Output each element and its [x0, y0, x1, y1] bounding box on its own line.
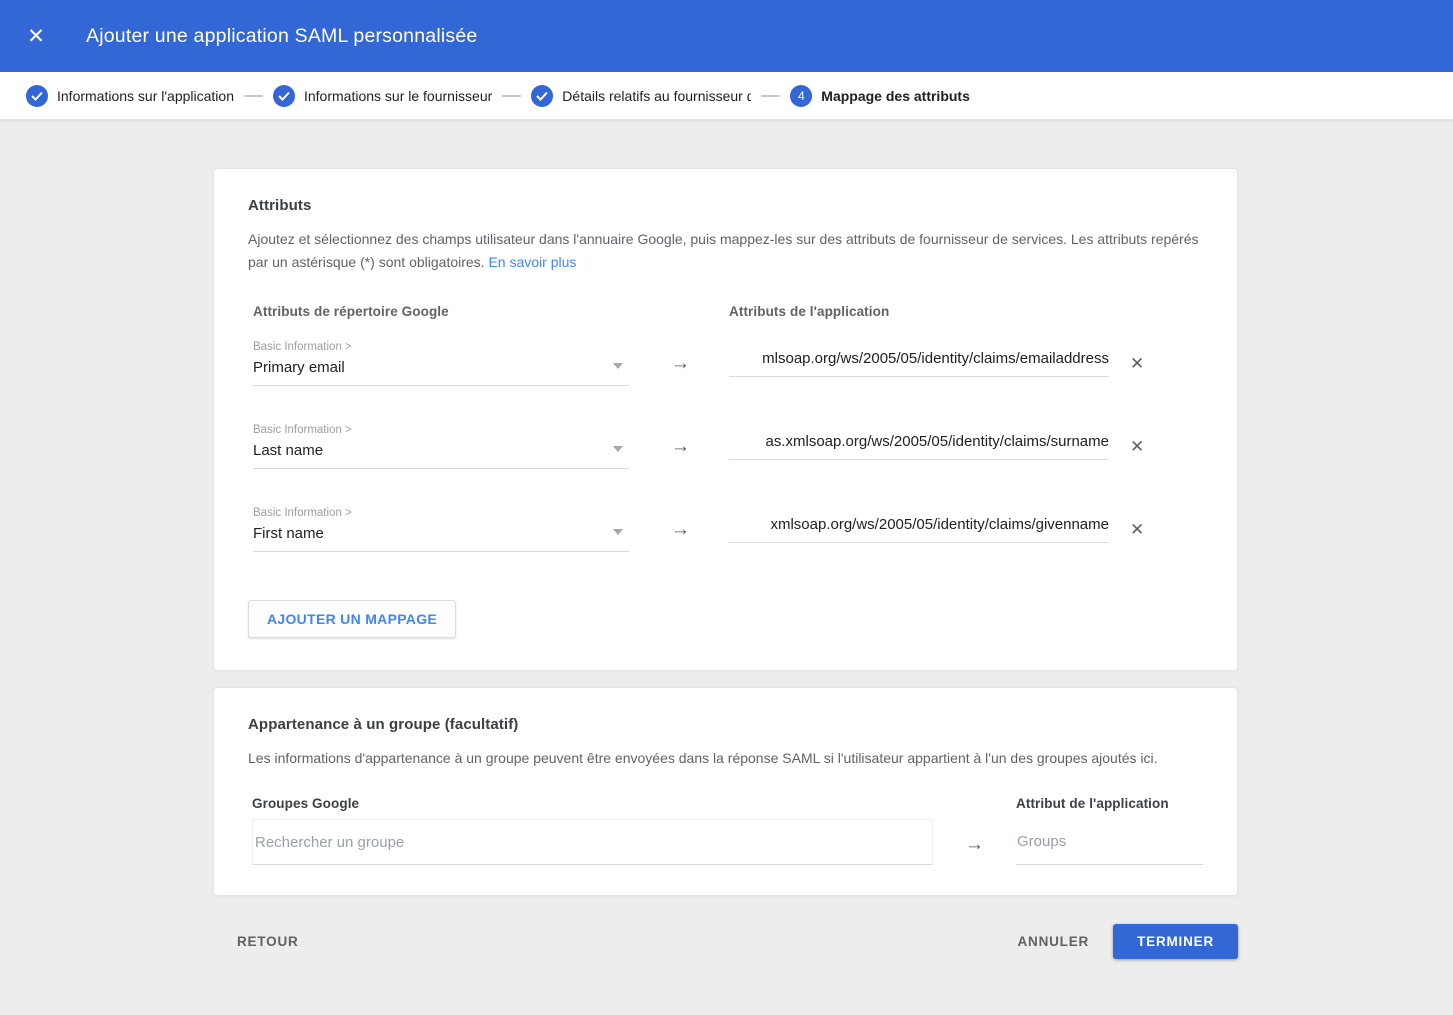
attribute-category-label: Basic Information >	[253, 341, 629, 353]
app-attribute-value: as.xmlsoap.org/ws/2005/05/identity/claim…	[766, 433, 1110, 450]
step-connector	[244, 95, 263, 97]
google-groups-label: Groupes Google	[252, 796, 933, 811]
back-button[interactable]: RETOUR	[233, 926, 303, 957]
dialog-header: ✕ Ajouter une application SAML personnal…	[0, 0, 1453, 72]
google-attribute-value: Last name	[253, 442, 629, 459]
step-label: Informations sur l'application	[57, 88, 234, 104]
description-text: Ajoutez et sélectionnez des champs utili…	[248, 231, 1199, 270]
learn-more-link[interactable]: En savoir plus	[488, 254, 576, 270]
step-completed-check-icon	[26, 85, 48, 107]
app-attributes-column-header: Attributs de l'application	[729, 304, 889, 319]
attribute-category-label: Basic Information >	[253, 507, 629, 519]
app-attribute-value: mlsoap.org/ws/2005/05/identity/claims/em…	[762, 350, 1109, 367]
mapping-arrow-icon: →	[671, 436, 690, 458]
cancel-button[interactable]: ANNULER	[1013, 926, 1093, 957]
dropdown-arrow-icon	[613, 363, 623, 369]
finish-button[interactable]: TERMINER	[1113, 924, 1238, 959]
add-mapping-button[interactable]: AJOUTER UN MAPPAGE	[248, 600, 456, 638]
group-membership-card: Appartenance à un groupe (facultatif) Le…	[213, 687, 1238, 896]
google-attributes-column-header: Attributs de répertoire Google	[253, 304, 729, 319]
step-completed-check-icon	[531, 85, 553, 107]
delete-mapping-icon[interactable]: ✕	[1130, 521, 1144, 538]
google-attribute-select[interactable]: Basic Information > First name	[253, 507, 629, 552]
close-icon[interactable]: ✕	[24, 26, 48, 47]
dialog-title: Ajouter une application SAML personnalis…	[86, 25, 477, 48]
step-idp-info[interactable]: Informations sur le fournisseur	[273, 85, 492, 107]
google-attribute-value: First name	[253, 525, 629, 542]
step-label: Mappage des attributs	[821, 88, 970, 104]
delete-mapping-icon[interactable]: ✕	[1130, 355, 1144, 372]
step-label: Détails relatifs au fournisseur d	[562, 88, 751, 104]
dropdown-arrow-icon	[613, 446, 623, 452]
wizard-stepper: Informations sur l'application Informati…	[0, 72, 1453, 120]
mapping-arrow-icon: →	[671, 353, 690, 375]
step-number-badge: 4	[790, 85, 812, 107]
attribute-mapping-row: Basic Information > First name → xmlsoap…	[253, 507, 1203, 552]
attribute-category-label: Basic Information >	[253, 424, 629, 436]
app-attribute-input[interactable]: xmlsoap.org/ws/2005/05/identity/claims/g…	[729, 516, 1109, 543]
attributes-card-description: Ajoutez et sélectionnez des champs utili…	[248, 228, 1200, 274]
step-connector	[761, 95, 780, 97]
app-attribute-label: Attribut de l'application	[1016, 796, 1203, 811]
google-attribute-select[interactable]: Basic Information > Last name	[253, 424, 629, 469]
delete-mapping-icon[interactable]: ✕	[1130, 438, 1144, 455]
step-connector	[502, 95, 521, 97]
groups-attribute-input[interactable]	[1016, 825, 1203, 865]
mapping-arrow-icon: →	[671, 519, 690, 541]
app-attribute-value: xmlsoap.org/ws/2005/05/identity/claims/g…	[770, 516, 1109, 533]
wizard-footer: RETOUR ANNULER TERMINER	[0, 924, 1453, 959]
group-card-title: Appartenance à un groupe (facultatif)	[248, 716, 1203, 733]
attribute-mapping-row: Basic Information > Last name → as.xmlso…	[253, 424, 1203, 469]
step-app-info[interactable]: Informations sur l'application	[26, 85, 234, 107]
group-mapping-row: Groupes Google → Attribut de l'applicati…	[252, 796, 1203, 865]
step-completed-check-icon	[273, 85, 295, 107]
google-attribute-value: Primary email	[253, 359, 629, 376]
attribute-mapping-row: Basic Information > Primary email → mlso…	[253, 341, 1203, 386]
step-sp-details[interactable]: Détails relatifs au fournisseur d	[531, 85, 751, 107]
group-card-description: Les informations d'appartenance à un gro…	[248, 747, 1200, 770]
mapping-column-headers: Attributs de répertoire Google Attributs…	[253, 304, 1203, 319]
group-search-input[interactable]	[252, 819, 933, 865]
app-attribute-input[interactable]: mlsoap.org/ws/2005/05/identity/claims/em…	[729, 350, 1109, 377]
dropdown-arrow-icon	[613, 529, 623, 535]
attributes-card: Attributs Ajoutez et sélectionnez des ch…	[213, 168, 1238, 671]
step-attribute-mapping[interactable]: 4 Mappage des attributs	[790, 85, 970, 107]
app-attribute-input[interactable]: as.xmlsoap.org/ws/2005/05/identity/claim…	[729, 433, 1109, 460]
attributes-card-title: Attributs	[248, 197, 1203, 214]
mapping-arrow-icon: →	[965, 834, 984, 856]
google-attribute-select[interactable]: Basic Information > Primary email	[253, 341, 629, 386]
step-label: Informations sur le fournisseur	[304, 88, 492, 104]
